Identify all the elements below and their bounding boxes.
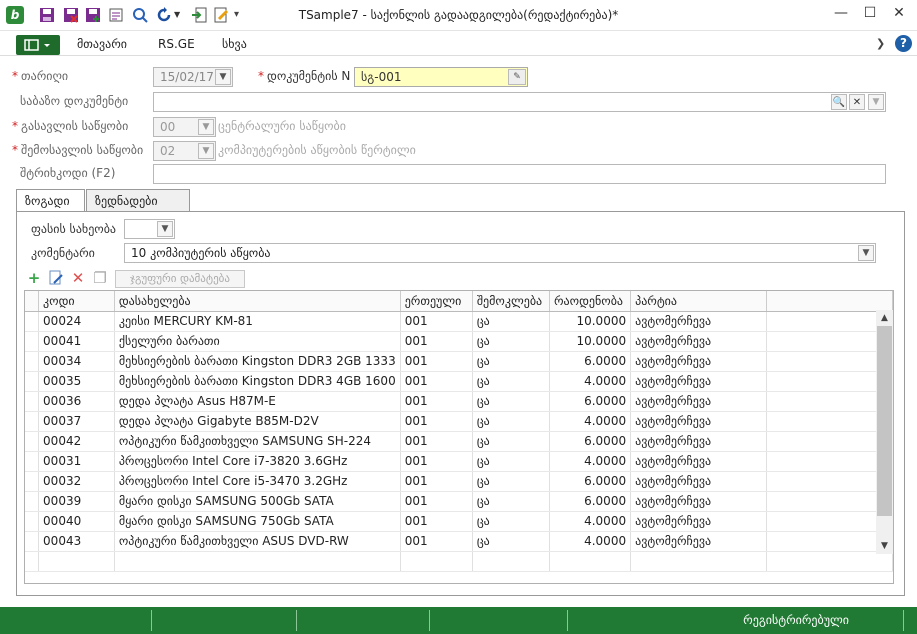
menu-bar: მთავარი RS.GE სხვა ❯ ?: [0, 32, 917, 56]
out-warehouse-name: ცენტრალური საწყობი: [218, 119, 346, 133]
grid-vertical-scrollbar[interactable]: ▲ ▼: [876, 310, 893, 554]
status-text: რეგისტრირებული: [743, 613, 849, 627]
basedoc-dropdown-icon[interactable]: ▼: [868, 94, 884, 110]
status-divider: [429, 610, 430, 631]
price-type-dropdown-icon[interactable]: ▼: [157, 221, 173, 237]
help-icon[interactable]: ?: [895, 35, 912, 52]
minimize-icon[interactable]: —: [828, 5, 854, 25]
docnum-field[interactable]: სგ-001 ✎: [354, 67, 528, 87]
in-warehouse-dropdown-icon[interactable]: ▼: [198, 143, 214, 159]
column-header-unit[interactable]: ერთეული: [400, 291, 473, 312]
out-warehouse-code[interactable]: 00 ▼: [153, 117, 216, 137]
tab-general[interactable]: ზოგადი: [16, 189, 85, 213]
wand-icon[interactable]: ✎: [508, 69, 526, 85]
comment-field[interactable]: 10 კომპიუტერის აწყობა ▼: [124, 243, 876, 263]
in-warehouse-label: * შემოსავლის საწყობი: [12, 143, 144, 157]
collapse-ribbon-icon[interactable]: ❯: [876, 37, 885, 50]
table-row[interactable]: 00035 მეხსიერების ბარათი Kingston DDR3 4G…: [25, 371, 893, 392]
barcode-input[interactable]: [153, 164, 886, 184]
table-row[interactable]: 00034 მეხსიერების ბარათი Kingston DDR3 2G…: [25, 351, 893, 372]
status-divider: [151, 610, 152, 631]
basedoc-field[interactable]: 🔍 ✕ ▼: [153, 92, 886, 112]
app-menu-button[interactable]: [16, 35, 60, 55]
menu-item-main[interactable]: მთავარი: [77, 37, 127, 51]
table-row[interactable]: 00042 ოპტიკური წამკითხველი SAMSUNG SH-224…: [25, 431, 893, 452]
table-row[interactable]: 00036 დედა პლატა Asus H87M-E 001 ცა 6.0000 ავ…: [25, 391, 893, 412]
column-header-abbrev[interactable]: შემოკლება: [472, 291, 551, 312]
clear-icon[interactable]: ✕: [849, 94, 865, 110]
calendar-dropdown-icon[interactable]: ▼: [215, 69, 231, 85]
close-icon[interactable]: ✕: [886, 5, 912, 25]
column-header-name[interactable]: დასახელება: [114, 291, 401, 312]
status-divider: [903, 610, 904, 631]
title-bar: b ▼ ▾ TSample7 - საქონლის გადაადგილება(რ…: [0, 0, 917, 31]
copy-row-icon[interactable]: ❐: [92, 270, 108, 286]
status-divider: [296, 610, 297, 631]
date-field[interactable]: 15/02/17 ▼: [153, 67, 233, 87]
table-row[interactable]: 00024 კეისი MERCURY KM-81 001 ცა 10.0000 ავტო…: [25, 311, 893, 332]
in-warehouse-code[interactable]: 02 ▼: [153, 141, 216, 161]
items-grid: კოდი დასახელება ერთეული შემოკლება რაოდენ…: [24, 290, 894, 584]
table-row[interactable]: 00031 პროცესორი Intel Core i7-3820 3.6GHz…: [25, 451, 893, 472]
table-row[interactable]: 00040 მყარი დისკი SAMSUNG 750Gb SATA 001 ცა…: [25, 511, 893, 532]
maximize-icon[interactable]: ☐: [857, 5, 883, 25]
grid-header: კოდი დასახელება ერთეული შემოკლება რაოდენ…: [25, 291, 893, 312]
add-row-icon[interactable]: +: [26, 270, 42, 286]
scroll-up-icon[interactable]: ▲: [876, 310, 893, 326]
scroll-down-icon[interactable]: ▼: [876, 538, 893, 554]
lookup-search-icon[interactable]: 🔍: [831, 94, 847, 110]
menu-item-rsge[interactable]: RS.GE: [158, 37, 195, 51]
status-divider: [567, 610, 568, 631]
group-add-button[interactable]: ჯგუფური დამატება: [115, 270, 245, 288]
scrollbar-thumb[interactable]: [877, 326, 892, 516]
price-type-label: ფასის სახეობა: [31, 222, 117, 236]
barcode-label: შტრიხკოდი (F2): [20, 166, 116, 180]
out-warehouse-label: * გასავლის საწყობი: [12, 119, 129, 133]
column-header-code[interactable]: კოდი: [38, 291, 115, 312]
table-row[interactable]: 00041 ქსელური ბარათი 001 ცა 10.0000 ავტომერჩე…: [25, 331, 893, 352]
comment-dropdown-icon[interactable]: ▼: [858, 245, 874, 261]
table-row[interactable]: 00032 პროცესორი Intel Core i5-3470 3.2GHz…: [25, 471, 893, 492]
status-bar: რეგისტრირებული: [0, 607, 917, 634]
out-warehouse-dropdown-icon[interactable]: ▼: [198, 119, 214, 135]
table-row[interactable]: 00043 ოპტიკური წამკითხველი ASUS DVD-RW 001…: [25, 531, 893, 552]
price-type-select[interactable]: ▼: [124, 219, 175, 239]
date-label: * თარიღი: [12, 69, 69, 83]
window-title: TSample7 - საქონლის გადაადგილება(რედაქტი…: [298, 8, 619, 22]
in-warehouse-name: კომპიუტერების აწყობის წერტილი: [218, 143, 416, 157]
table-row[interactable]: 00039 მყარი დისკი SAMSUNG 500Gb SATA 001 ცა…: [25, 491, 893, 512]
column-header-batch[interactable]: პარტია: [630, 291, 767, 312]
delete-row-icon[interactable]: ✕: [70, 270, 86, 286]
basedoc-label: საბაზო დოკუმენტი: [20, 94, 129, 108]
comment-label: კომენტარი: [31, 246, 95, 260]
edit-row-icon[interactable]: [48, 270, 64, 286]
table-row[interactable]: [25, 551, 893, 572]
table-row[interactable]: 00037 დედა პლატა Gigabyte B85M-D2V 001 ცა 4.…: [25, 411, 893, 432]
menu-item-other[interactable]: სხვა: [222, 37, 247, 51]
docnum-label: * დოკუმენტის N: [258, 69, 351, 83]
column-header-quantity[interactable]: რაოდენობა: [549, 291, 632, 312]
tab-waybill[interactable]: ზედნადები: [86, 189, 190, 212]
